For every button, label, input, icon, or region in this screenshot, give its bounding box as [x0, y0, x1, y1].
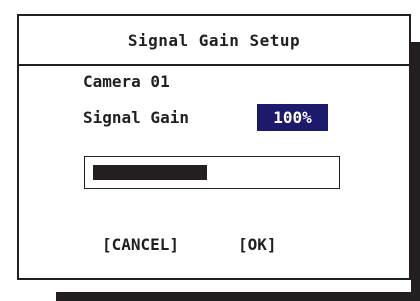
signal-gain-value[interactable]: 100% — [257, 104, 328, 131]
signal-gain-dialog: Signal Gain Setup — [17, 14, 411, 280]
signal-gain-progress-fill — [93, 165, 207, 180]
dialog-shadow-bottom — [56, 292, 420, 301]
cancel-button[interactable]: [CANCEL] — [102, 235, 179, 254]
dialog-shadow-right — [411, 42, 420, 301]
dialog-title: Signal Gain Setup — [127, 30, 301, 50]
signal-gain-value-text: 100% — [273, 108, 312, 127]
signal-gain-label: Signal Gain — [83, 108, 189, 127]
signal-gain-progress-bar — [84, 156, 340, 189]
camera-label: Camera 01 — [83, 72, 170, 91]
ok-button[interactable]: [OK] — [238, 235, 277, 254]
dialog-title-bar: Signal Gain Setup — [19, 16, 409, 66]
